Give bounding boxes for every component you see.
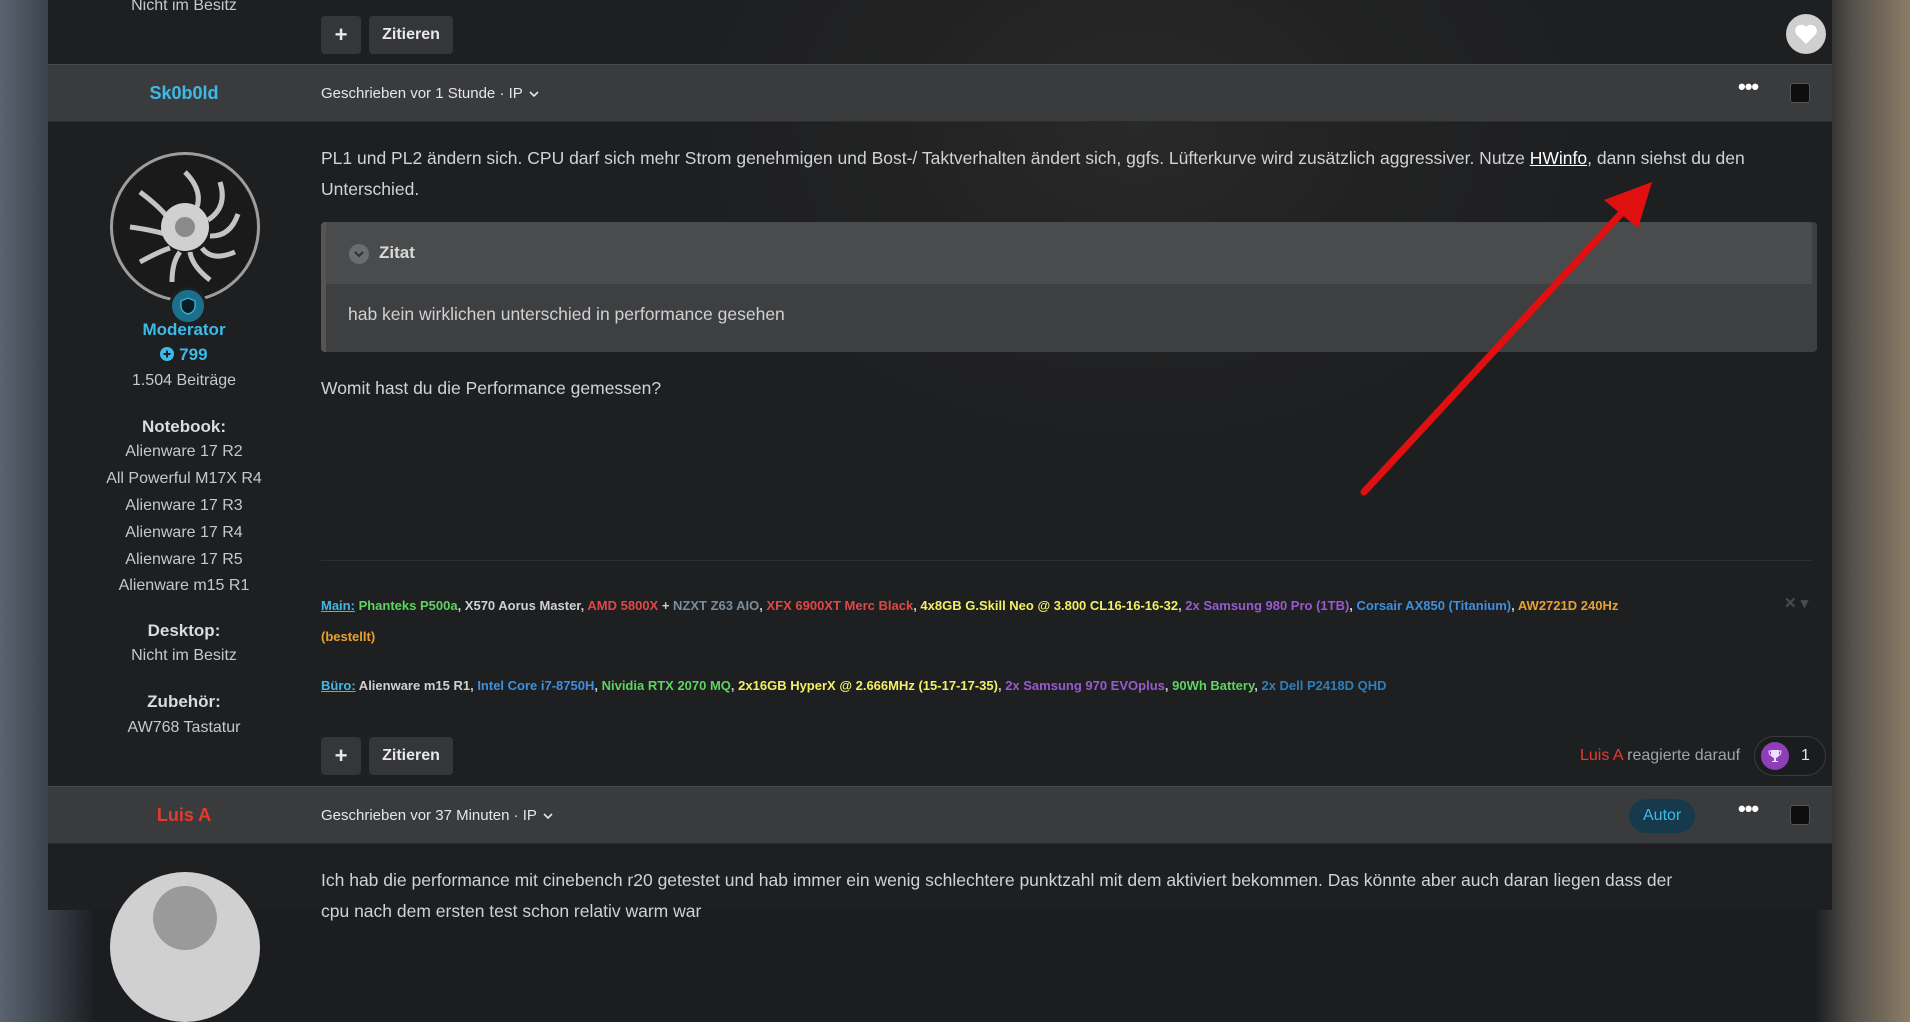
fan-avatar-image — [113, 155, 257, 299]
forum-page: Nicht im Besitz + Zitieren Sk0b0ld Gesch… — [48, 0, 1832, 1022]
hwinfo-link[interactable]: HWinfo — [1530, 148, 1587, 168]
reaction-text: reagierte darauf — [1622, 747, 1741, 764]
heart-icon — [1795, 24, 1817, 44]
post-content: Ich hab die performance mit cinebench r2… — [321, 865, 1821, 927]
signature-segment: Nividia RTX 2070 MQ — [601, 678, 731, 693]
post-select-checkbox[interactable] — [1790, 83, 1810, 103]
shield-icon — [180, 297, 196, 315]
post-text-line: Ich hab die performance mit cinebench r2… — [321, 870, 1673, 890]
post-plus-button[interactable]: + — [321, 737, 361, 775]
signature-segment: Alienware m15 R1, — [355, 678, 478, 693]
notebook-item: Alienware 17 R2 — [125, 443, 243, 460]
post-text: PL1 und PL2 ändern sich. CPU darf sich m… — [321, 148, 1530, 168]
post-header: Luis A Geschrieben vor 37 Minuten · IP A… — [48, 786, 1832, 844]
signature-segment: AMD 5800X — [587, 598, 659, 613]
signature-segment: 2x Samsung 970 EVOplus — [1005, 678, 1165, 693]
signature-segment: 2x Dell P2418D QHD — [1261, 678, 1387, 693]
post-select-checkbox[interactable] — [1790, 805, 1810, 825]
signature-segment: XFX 6900XT Merc Black — [766, 598, 914, 613]
reaction-user[interactable]: Luis A — [1580, 747, 1623, 764]
signature-heading: Büro: — [321, 678, 356, 693]
reaction-count: 1 — [1801, 747, 1810, 764]
signature-segment: AW2721D 240Hz — [1517, 598, 1619, 613]
signature-segment: , X570 Aorus Master, — [457, 598, 588, 613]
post-timestamp-text: Geschrieben vor 1 Stunde · IP — [321, 85, 523, 102]
default-avatar-icon — [153, 886, 217, 950]
author-badge: Autor — [1629, 799, 1696, 833]
signature-segment: 90Wh Battery — [1172, 678, 1255, 693]
desktop-value: Nicht im Besitz — [131, 647, 237, 664]
signature-divider — [321, 560, 1812, 561]
post-author-name[interactable]: Luis A — [48, 805, 320, 826]
chevron-down-icon — [529, 91, 539, 98]
signature-segment: NZXT Z63 AIO — [673, 598, 760, 613]
post-options-button[interactable]: ••• — [1738, 74, 1759, 100]
signature-segment: , — [1511, 598, 1518, 613]
post-author-name[interactable]: Sk0b0ld — [48, 83, 320, 104]
user-reputation: 799 — [48, 345, 320, 365]
signature-segment: 2x16GB HyperX @ 2.666MHz (15-17-17-35) — [738, 678, 998, 693]
notebook-item: Alienware 17 R5 — [125, 551, 243, 568]
notebook-item: All Powerful M17X R4 — [106, 470, 262, 487]
previous-post-desktop-value: Nicht im Besitz — [131, 0, 237, 14]
reply-text: Womit hast du die Performance gemessen? — [321, 378, 662, 398]
signature-heading: Main: — [321, 598, 355, 613]
post-text-line: cpu nach dem ersten test schon relativ w… — [321, 901, 702, 921]
plus-circle-icon — [160, 347, 175, 361]
chevron-down-icon — [349, 244, 369, 264]
signature-buro: Büro: Alienware m15 R1, Intel Core i7-87… — [321, 670, 1386, 702]
signature-main: Main: Phanteks P500a, X570 Aorus Master,… — [321, 590, 1618, 622]
user-post-count: 1.504 Beiträge — [131, 372, 237, 389]
reaction-button[interactable]: 1 — [1754, 736, 1826, 776]
post-timestamp[interactable]: Geschrieben vor 37 Minuten · IP — [321, 807, 553, 824]
signature-segment: Corsair AX850 (Titanium) — [1356, 598, 1512, 613]
post-timestamp-text: Geschrieben vor 37 Minuten · IP — [321, 807, 537, 824]
signature-segment: 4x8GB G.Skill Neo @ 3.800 CL16-16-16-32 — [920, 598, 1179, 613]
signature-segment: , — [1349, 598, 1357, 613]
chevron-down-icon — [543, 813, 553, 820]
signature-segment: , — [594, 678, 602, 693]
user-role: Moderator — [142, 320, 226, 339]
signature-options-icon[interactable]: ✕ ▾ — [1784, 594, 1808, 612]
like-button[interactable] — [1786, 14, 1826, 54]
desktop-label: Desktop: — [147, 621, 221, 640]
notebook-item: Alienware 17 R3 — [125, 497, 243, 514]
trophy-icon — [1761, 742, 1789, 770]
quote-button[interactable]: Zitieren — [369, 737, 453, 775]
quote-text: hab kein wirklichen unterschied in perfo… — [348, 304, 785, 324]
notebook-item: Alienware m15 R1 — [118, 577, 250, 594]
avatar[interactable] — [110, 872, 260, 1022]
quote-title: Zitat — [379, 243, 415, 262]
post-timestamp[interactable]: Geschrieben vor 1 Stunde · IP — [321, 85, 539, 102]
notebook-label: Notebook: — [141, 417, 227, 436]
signature-main-continued: (bestellt) — [321, 629, 376, 644]
signature-segment: Phanteks P500a — [354, 598, 458, 613]
previous-post-quote-button[interactable]: Zitieren — [369, 16, 453, 54]
accessories-value: AW768 Tastatur — [127, 719, 241, 736]
reaction-summary: Luis A reagierte darauf — [1580, 747, 1740, 765]
reputation-value: 799 — [179, 345, 208, 364]
signature-segment: Intel Core i7-8750H — [477, 678, 595, 693]
signature-segment: 2x Samsung 980 Pro (1TB) — [1185, 598, 1350, 613]
previous-post-plus-button[interactable]: + — [321, 16, 361, 54]
avatar[interactable] — [110, 152, 260, 302]
notebook-item: Alienware 17 R4 — [125, 524, 243, 541]
annotation-arrow — [1360, 182, 1652, 496]
post-header: Sk0b0ld Geschrieben vor 1 Stunde · IP ••… — [48, 64, 1832, 122]
post-options-button[interactable]: ••• — [1738, 796, 1759, 822]
accessories-label: Zubehör: — [147, 692, 221, 711]
signature-segment: + — [658, 598, 674, 613]
